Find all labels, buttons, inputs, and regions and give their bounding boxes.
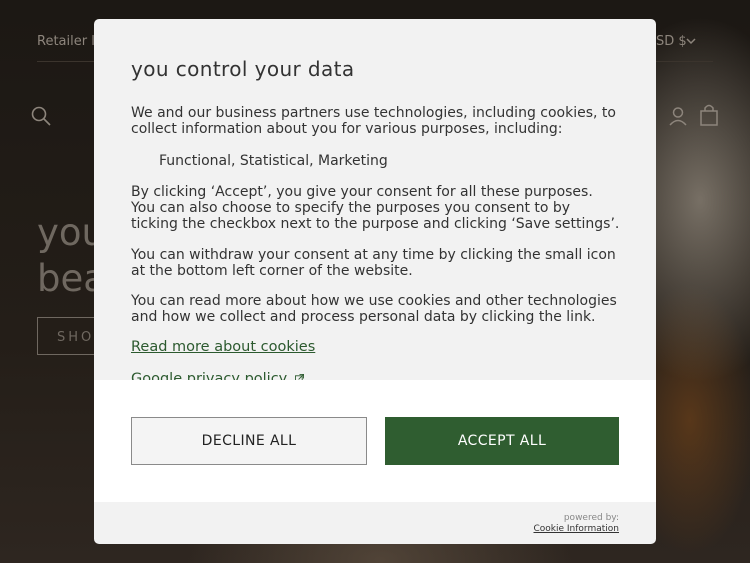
decline-all-button[interactable]: DECLINE ALL <box>131 417 367 465</box>
dialog-button-bar: DECLINE ALL ACCEPT ALL <box>94 380 656 502</box>
privacy-policy-label: Google privacy policy <box>131 371 288 380</box>
read-more-text: You can read more about how we use cooki… <box>131 293 617 325</box>
intro-text: We and our business partners use technol… <box>131 105 616 137</box>
purposes-text: Functional, Statistical, Marketing <box>159 153 388 169</box>
consent-text: By clicking ‘Accept’, you give your cons… <box>131 184 620 232</box>
withdraw-text: You can withdraw your consent at any tim… <box>131 247 616 279</box>
cookie-information-link[interactable]: Cookie Information <box>533 524 619 534</box>
consent-scroll-area[interactable]: you control your data We and our busines… <box>94 19 656 380</box>
dialog-title: you control your data <box>131 57 355 81</box>
read-more-cookies-link[interactable]: Read more about cookies <box>131 339 315 355</box>
cookie-consent-dialog: you control your data We and our busines… <box>94 19 656 544</box>
powered-by-label: powered by: <box>563 513 619 523</box>
accept-all-button[interactable]: ACCEPT ALL <box>385 417 619 465</box>
privacy-policy-link[interactable]: Google privacy policy <box>131 371 304 380</box>
